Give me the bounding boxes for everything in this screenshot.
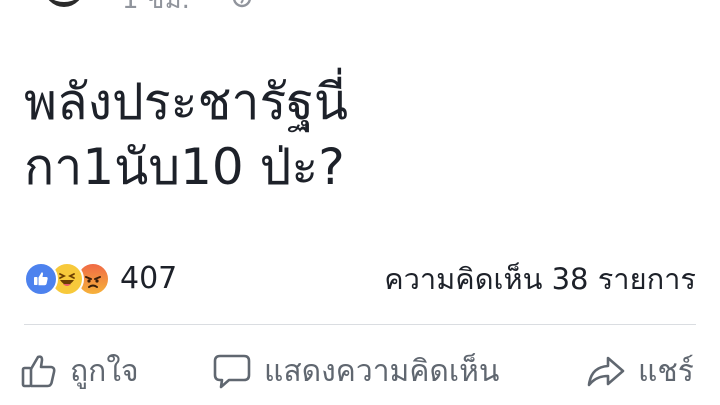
reaction-count: 407 — [120, 261, 178, 296]
share-button[interactable]: แชร์ — [586, 340, 694, 402]
like-button-label: ถูกใจ — [70, 353, 139, 389]
post-header: 1 ชม. — [0, 0, 720, 16]
like-reaction-icon — [24, 262, 58, 296]
thumbs-up-icon — [21, 355, 56, 388]
share-button-label: แชร์ — [638, 353, 694, 389]
like-button[interactable]: ถูกใจ — [20, 340, 139, 402]
comment-icon — [213, 354, 251, 389]
post-text-line: พลังประชารัฐนี่ — [24, 73, 349, 131]
author-avatar[interactable] — [44, 0, 84, 7]
post-body-text: พลังประชารัฐนี่ กา1นับ10 ป่ะ? — [24, 70, 704, 200]
comment-button-label: แสดงความคิดเห็น — [264, 353, 500, 389]
comment-button[interactable]: แสดงความคิดเห็น — [212, 340, 499, 402]
post-text-line: กา1นับ10 ป่ะ? — [24, 138, 345, 196]
reactions-summary[interactable]: 407 — [24, 261, 177, 297]
post-timestamp[interactable]: 1 ชม. — [122, 0, 190, 14]
post-actions-bar: ถูกใจ แสดงความคิดเห็น แชร์ — [0, 340, 720, 402]
actions-divider — [24, 324, 696, 325]
globe-icon — [233, 0, 251, 8]
comments-count-link[interactable]: ความคิดเห็น 38 รายการ — [384, 261, 696, 297]
share-icon — [587, 356, 625, 387]
